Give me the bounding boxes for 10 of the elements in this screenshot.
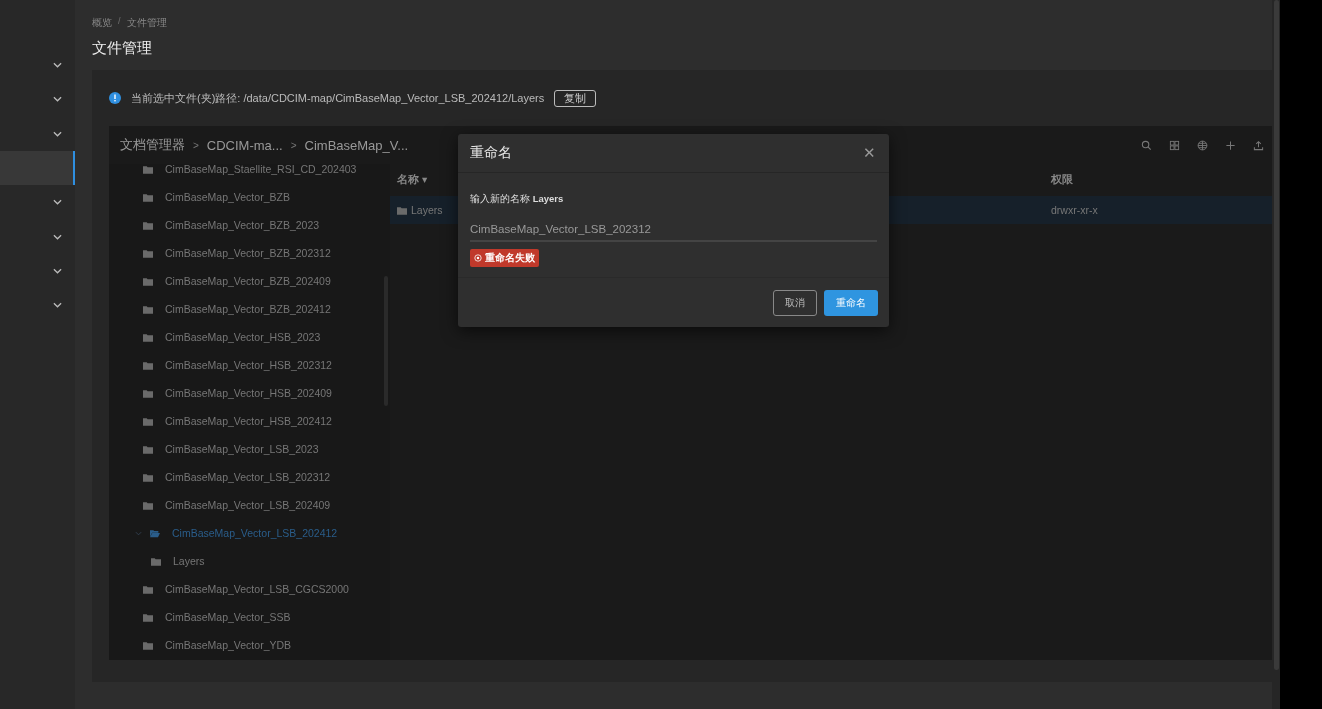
dialog-title: 重命名 xyxy=(470,144,512,162)
error-message: 重命名失败 xyxy=(485,251,535,265)
breadcrumb-separator: / xyxy=(118,16,121,28)
file-name: Layers xyxy=(411,204,443,216)
file-permissions: drwxr-xr-x xyxy=(1051,204,1098,216)
path-separator: > xyxy=(290,139,297,151)
path-separator: > xyxy=(193,139,199,151)
page-title: 文件管理 xyxy=(92,39,153,58)
path-notice: 当前选中文件(夹)路径: /data/CDCIM-map/CimBaseMap_Vector_LSB_202412/Layers xyxy=(131,90,545,106)
field-label: 输入新的名称 Layers xyxy=(470,193,565,206)
